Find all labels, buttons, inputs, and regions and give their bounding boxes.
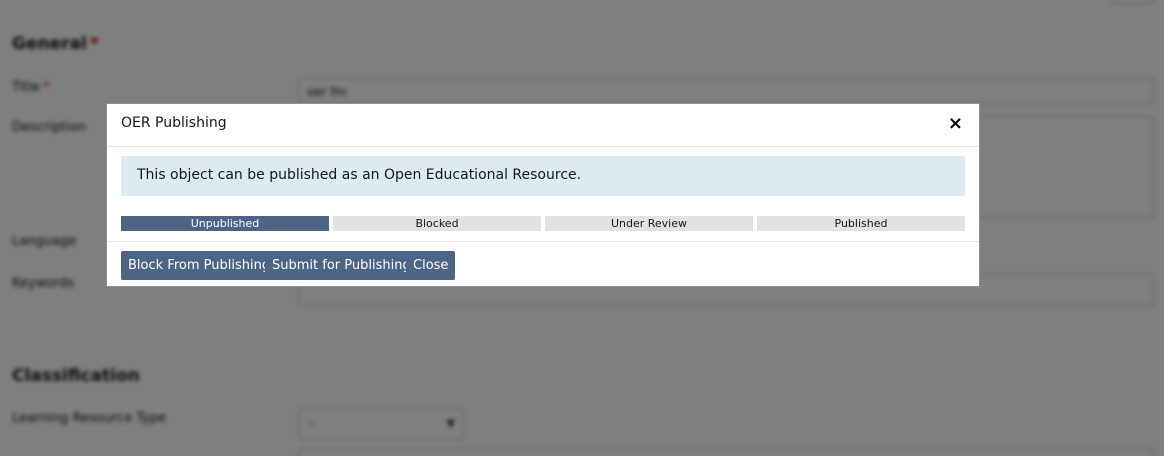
- close-button[interactable]: Close: [406, 251, 456, 280]
- close-icon[interactable]: ×: [948, 115, 963, 133]
- modal-title: OER Publishing: [121, 115, 227, 131]
- submit-for-publishing-button[interactable]: Submit for Publishing: [265, 251, 418, 280]
- modal-footer: Block From Publishing Submit for Publish…: [107, 242, 979, 288]
- status-step-published: Published: [757, 216, 965, 231]
- oer-publishing-modal: OER Publishing × This object can be publ…: [106, 103, 980, 287]
- publishing-status-steps: Unpublished Blocked Under Review Publish…: [121, 216, 965, 231]
- block-from-publishing-button[interactable]: Block From Publishing: [121, 251, 278, 280]
- info-message: This object can be published as an Open …: [121, 156, 965, 196]
- status-step-blocked: Blocked: [333, 216, 541, 231]
- status-step-under-review: Under Review: [545, 216, 753, 231]
- status-step-unpublished: Unpublished: [121, 216, 329, 231]
- modal-header: OER Publishing ×: [107, 104, 979, 147]
- modal-body: This object can be published as an Open …: [107, 147, 979, 242]
